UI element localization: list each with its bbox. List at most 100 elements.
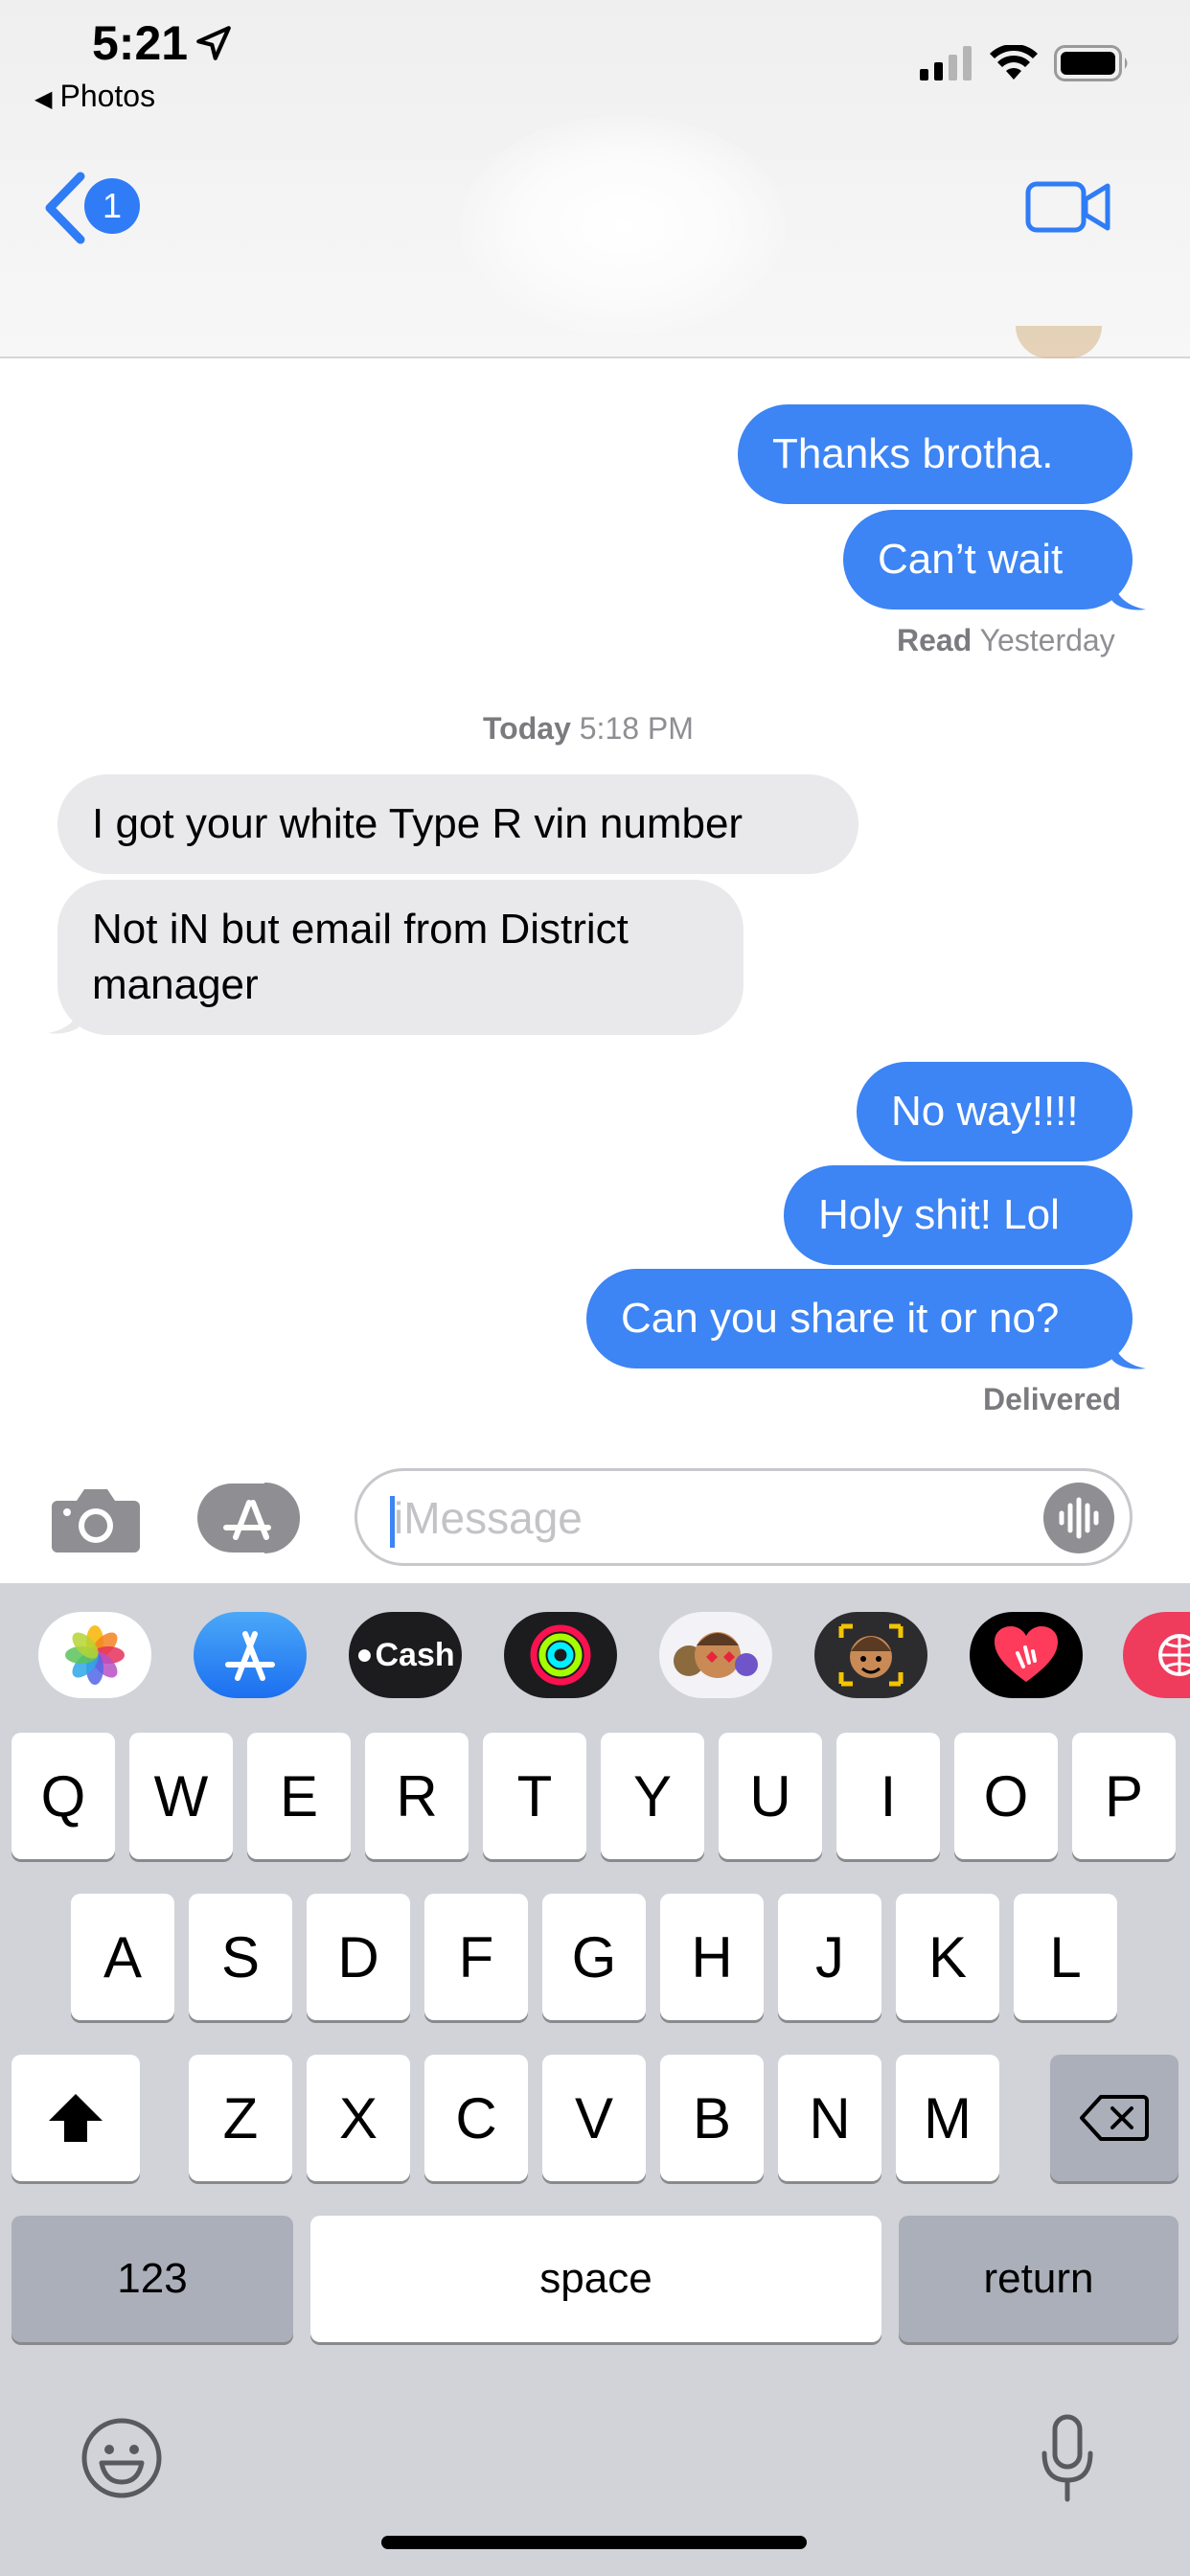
key-m[interactable]: M <box>896 2055 999 2181</box>
app-store-drawer-icon[interactable] <box>197 1482 309 1554</box>
key-f[interactable]: F <box>424 1894 528 2020</box>
key-k[interactable]: K <box>896 1894 999 2020</box>
message-text: manager <box>92 961 259 1008</box>
key-label: O <box>983 1763 1029 1828</box>
message-incoming[interactable]: I got your white Type R vin number <box>57 774 858 874</box>
key-label: U <box>749 1763 791 1828</box>
key-c[interactable]: C <box>424 2055 528 2181</box>
message-outgoing[interactable]: Holy shit! Lol <box>784 1165 1133 1265</box>
numbers-key[interactable]: 123 <box>11 2216 293 2342</box>
activity-rings-icon <box>530 1624 591 1686</box>
shift-arrow-icon <box>49 2094 103 2142</box>
delete-key[interactable] <box>1050 2055 1179 2181</box>
message-outgoing[interactable]: Can you share it or no? <box>586 1269 1133 1368</box>
key-v[interactable]: V <box>542 2055 646 2181</box>
status-indicators <box>920 44 1131 82</box>
apple-cash-label: Cash <box>375 1636 455 1673</box>
message-text: Not iN but email from District <box>92 906 629 953</box>
key-label: J <box>815 1924 844 1990</box>
dictation-mic-icon[interactable] <box>1039 2413 1096 2505</box>
key-label: Z <box>222 2085 259 2150</box>
contact-avatar[interactable] <box>460 115 786 335</box>
message-outgoing[interactable]: No way!!!! <box>857 1062 1133 1162</box>
key-a[interactable]: A <box>71 1894 174 2020</box>
key-g[interactable]: G <box>542 1894 646 2020</box>
key-label: R <box>396 1763 438 1828</box>
key-label: E <box>279 1763 319 1828</box>
read-label: Read <box>897 623 973 657</box>
memoji-app-icon[interactable] <box>814 1612 927 1698</box>
key-label: D <box>337 1924 379 1990</box>
key-i[interactable]: I <box>836 1733 940 1859</box>
key-label: M <box>924 2085 972 2150</box>
delivered-receipt: Delivered <box>983 1382 1121 1417</box>
key-j[interactable]: J <box>778 1894 881 2020</box>
key-label: Q <box>40 1763 86 1828</box>
key-label: return <box>983 2255 1094 2302</box>
key-label: X <box>338 2085 378 2150</box>
home-indicator[interactable] <box>381 2536 807 2549</box>
key-label: W <box>153 1763 209 1828</box>
message-outgoing[interactable]: Thanks brotha. <box>738 404 1133 504</box>
key-h[interactable]: H <box>660 1894 764 2020</box>
key-b[interactable]: B <box>660 2055 764 2181</box>
message-text: Holy shit! Lol <box>818 1191 1060 1238</box>
key-label: B <box>692 2085 732 2150</box>
facetime-video-icon[interactable] <box>1025 178 1111 236</box>
key-d[interactable]: D <box>307 1894 410 2020</box>
message-incoming[interactable]: Not iN but email from District manager <box>57 880 744 1035</box>
key-q[interactable]: Q <box>11 1733 115 1859</box>
app-store-app-icon[interactable] <box>194 1612 307 1698</box>
message-outgoing[interactable]: Can’t wait <box>843 510 1133 610</box>
emoji-keyboard-icon[interactable] <box>80 2417 163 2499</box>
key-label: T <box>516 1763 553 1828</box>
location-arrow-icon <box>196 26 231 60</box>
activity-app-icon[interactable] <box>504 1612 617 1698</box>
status-time: 5:21 <box>92 16 189 70</box>
key-l[interactable]: L <box>1014 1894 1117 2020</box>
key-label: H <box>691 1924 733 1990</box>
battery-icon <box>1054 45 1128 81</box>
message-text: No way!!!! <box>891 1088 1079 1135</box>
key-o[interactable]: O <box>954 1733 1058 1859</box>
key-p[interactable]: P <box>1072 1733 1176 1859</box>
key-s[interactable]: S <box>189 1894 292 2020</box>
key-r[interactable]: R <box>365 1733 469 1859</box>
shift-key[interactable] <box>11 2055 140 2181</box>
back-app-label: Photos <box>59 79 156 113</box>
key-w[interactable]: W <box>129 1733 233 1859</box>
key-label: V <box>574 2085 614 2150</box>
return-key[interactable]: return <box>899 2216 1179 2342</box>
key-n[interactable]: N <box>778 2055 881 2181</box>
back-chevron-icon[interactable] <box>42 171 88 245</box>
unread-badge[interactable]: 1 <box>84 178 140 234</box>
search-images-app-icon[interactable] <box>1123 1612 1190 1698</box>
key-label: I <box>880 1763 897 1828</box>
back-to-app-link[interactable]: ◀ Photos <box>34 79 155 114</box>
key-x[interactable]: X <box>307 2055 410 2181</box>
audio-message-button[interactable] <box>1043 1483 1114 1553</box>
app-store-glyph-icon <box>225 1631 275 1681</box>
photos-app-icon[interactable] <box>38 1612 151 1698</box>
key-e[interactable]: E <box>247 1733 351 1859</box>
conversation-timestamp: Today 5:18 PM <box>483 711 694 747</box>
key-label: K <box>927 1924 968 1990</box>
heart-touch-icon <box>995 1626 1058 1682</box>
bubble-tail <box>1111 573 1146 610</box>
key-t[interactable]: T <box>483 1733 586 1859</box>
key-u[interactable]: U <box>719 1733 822 1859</box>
camera-icon[interactable] <box>52 1484 140 1554</box>
key-label: 123 <box>117 2255 188 2302</box>
memoji-stickers-app-icon[interactable] <box>659 1612 772 1698</box>
memoji-face-icon <box>838 1623 904 1687</box>
digital-touch-app-icon[interactable] <box>970 1612 1083 1698</box>
key-y[interactable]: Y <box>601 1733 704 1859</box>
bubble-tail <box>1111 1332 1146 1369</box>
photos-flower-icon <box>65 1625 125 1685</box>
space-key[interactable]: space <box>310 2216 881 2342</box>
apple-cash-app-icon[interactable]: ● Cash <box>349 1612 462 1698</box>
globe-search-icon <box>1158 1634 1190 1676</box>
key-z[interactable]: Z <box>189 2055 292 2181</box>
read-receipt: Read Yesterday <box>897 623 1115 658</box>
message-input[interactable]: iMessage <box>355 1468 1133 1566</box>
